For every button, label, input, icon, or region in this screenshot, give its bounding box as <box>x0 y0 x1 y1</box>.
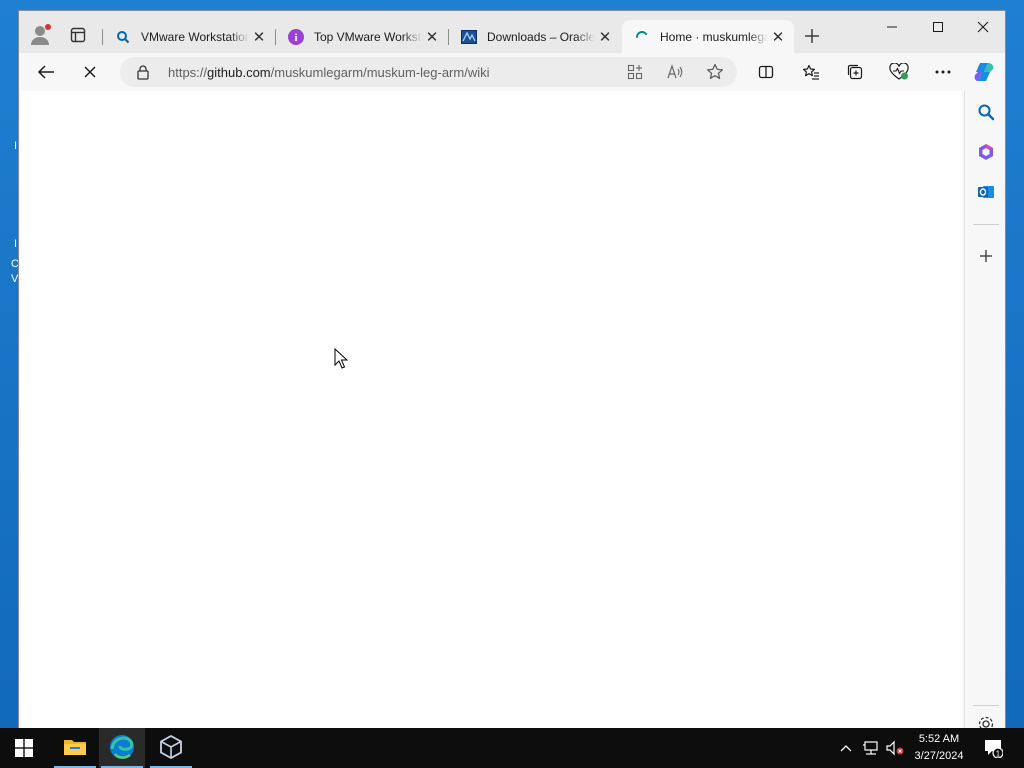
taskbar-file-explorer[interactable] <box>52 728 98 768</box>
virtualbox-favicon <box>461 29 477 45</box>
sidebar-outlook-icon[interactable] <box>973 179 999 205</box>
lock-icon[interactable] <box>136 64 150 83</box>
sidebar-add-icon[interactable] <box>973 243 999 269</box>
favorites-icon[interactable] <box>796 57 826 87</box>
app-available-icon[interactable] <box>620 57 650 87</box>
url-path: /muskumlegarm/muskum-leg-arm/wiki <box>270 65 490 80</box>
svg-text:i: i <box>294 32 297 44</box>
read-aloud-icon[interactable] <box>660 57 690 87</box>
split-screen-icon[interactable] <box>751 57 781 87</box>
network-icon[interactable] <box>860 728 882 768</box>
maximize-button[interactable] <box>915 11 961 43</box>
profile-avatar-icon[interactable] <box>29 23 51 47</box>
copilot-icon[interactable] <box>970 57 1000 87</box>
url-protocol: https:// <box>168 65 208 80</box>
address-bar[interactable]: https://github.com/muskumlegarm/muskum-l… <box>120 57 737 87</box>
sidebar-divider <box>973 705 999 706</box>
settings-more-icon[interactable] <box>928 57 958 87</box>
notification-count: 1 <box>996 750 1001 759</box>
show-hidden-icons-chevron-icon[interactable] <box>836 728 856 768</box>
file-explorer-icon <box>63 737 87 760</box>
stop-loading-button[interactable] <box>75 57 105 87</box>
tab-downloads-oracle[interactable]: Downloads – Oracle ✕ <box>449 20 621 53</box>
taskbar: 5:52 AM 3/27/2024 1 <box>0 728 1024 768</box>
edge-icon <box>109 734 135 763</box>
close-tab-icon[interactable]: ✕ <box>768 27 788 47</box>
url-text[interactable]: https://github.com/muskumlegarm/muskum-l… <box>168 65 490 80</box>
tab-title: VMware Workstation <box>141 29 249 44</box>
close-tab-icon[interactable]: ✕ <box>249 27 269 47</box>
mouse-pointer-icon <box>334 347 349 373</box>
collections-icon[interactable] <box>840 57 870 87</box>
loading-spinner-icon <box>634 29 650 45</box>
tab-strip: VMware Workstation ✕ i Top VMware Workst… <box>19 11 1005 53</box>
back-button[interactable] <box>31 57 61 87</box>
sidebar-search-icon[interactable] <box>973 99 999 125</box>
search-favicon <box>115 29 131 45</box>
new-tab-button[interactable] <box>801 25 823 47</box>
tab-actions-icon[interactable] <box>67 24 89 46</box>
sidebar-office-icon[interactable] <box>973 139 999 165</box>
sidebar-settings-icon[interactable] <box>973 715 999 729</box>
browser-essentials-icon[interactable] <box>884 57 914 87</box>
tab-top-vmware[interactable]: i Top VMware Workstation ✕ <box>276 20 448 53</box>
clock-date: 3/27/2024 <box>914 750 964 762</box>
desktop-icon-label: I <box>14 238 18 250</box>
url-host: github.com <box>207 65 271 80</box>
edge-sidebar <box>964 91 1005 729</box>
start-button[interactable] <box>1 728 47 768</box>
tab-title: Downloads – Oracle <box>487 29 595 44</box>
tab-home-muskumlegarm[interactable]: Home · muskumlegarm ✕ <box>622 20 794 53</box>
desktop-icon-label: I <box>14 140 18 152</box>
clock-time: 5:52 AM <box>918 733 960 745</box>
taskbar-clock[interactable]: 5:52 AM 3/27/2024 <box>904 731 974 765</box>
close-tab-icon[interactable]: ✕ <box>595 27 615 47</box>
sidebar-divider <box>973 224 999 225</box>
info-favicon: i <box>288 28 304 45</box>
taskbar-virtualbox[interactable] <box>148 728 194 768</box>
virtualbox-icon <box>160 734 182 762</box>
browser-toolbar: https://github.com/muskumlegarm/muskum-l… <box>19 53 1005 91</box>
taskbar-edge[interactable] <box>99 728 145 768</box>
tab-title: Home · muskumlegarm <box>660 29 768 44</box>
close-tab-icon[interactable]: ✕ <box>422 27 442 47</box>
page-content-blank[interactable] <box>21 91 962 729</box>
close-window-button[interactable] <box>960 11 1006 43</box>
browser-window: VMware Workstation ✕ i Top VMware Workst… <box>18 10 1006 729</box>
favorite-star-icon[interactable] <box>700 57 730 87</box>
volume-muted-icon[interactable] <box>884 728 906 768</box>
tab-title: Top VMware Workstation <box>314 29 422 44</box>
tab-vmware-workstation[interactable]: VMware Workstation ✕ <box>103 20 275 53</box>
minimize-button[interactable] <box>869 11 915 43</box>
action-center-button[interactable]: 1 <box>980 728 1006 768</box>
